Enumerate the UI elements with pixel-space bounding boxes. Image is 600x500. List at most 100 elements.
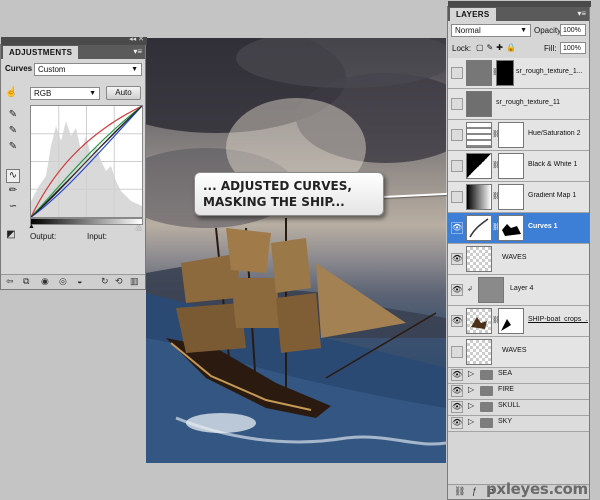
eye-icon[interactable]: 👁: [451, 385, 463, 397]
fill-label: Fill:: [544, 44, 557, 53]
input-label: Input:: [87, 232, 108, 241]
tab-adjustments[interactable]: ADJUSTMENTS: [3, 46, 79, 59]
layer-row[interactable]: WAVES: [448, 337, 589, 368]
layer-row[interactable]: ⛓ Black & White 1: [448, 151, 589, 182]
eye-icon[interactable]: 👁: [451, 315, 463, 327]
curve-edit-icon[interactable]: ∿: [6, 169, 20, 183]
layer-row[interactable]: ⛓ Hue/Saturation 2: [448, 120, 589, 151]
visibility-toggle[interactable]: [451, 67, 463, 79]
eye-icon[interactable]: 👁: [451, 253, 463, 265]
visibility-toggle[interactable]: [451, 98, 463, 110]
layer-mask-thumbnail: [498, 184, 524, 210]
group-name: SEA: [498, 370, 513, 377]
panel-menu-icon[interactable]: ▾≡: [577, 7, 586, 21]
black-eyedropper-icon[interactable]: ✎: [7, 109, 19, 121]
ship-mask-glyph: [502, 224, 521, 236]
black-white-adjustment-icon: [466, 153, 492, 179]
cycle-icon[interactable]: ⟲: [115, 276, 123, 287]
lock-label: Lock:: [452, 44, 472, 53]
clipping-icon[interactable]: ◩: [5, 229, 17, 241]
layer-row[interactable]: ⛓ Gradient Map 1: [448, 182, 589, 213]
eye-icon[interactable]: 👁: [451, 401, 463, 413]
layer-thumbnail: [466, 308, 492, 334]
layer-group-row[interactable]: 👁 ▷ FIRE: [448, 384, 589, 400]
chevron-down-icon: ▼: [131, 66, 138, 73]
layer-row[interactable]: 👁 ↲ Layer 4: [448, 275, 589, 306]
expand-triangle-icon[interactable]: ▷: [468, 401, 474, 410]
panel-menu-icon[interactable]: ▾≡: [133, 45, 142, 59]
layer-group-row[interactable]: 👁 ▷ SKY: [448, 416, 589, 432]
layer-row[interactable]: 👁 ⛓ SHIP-boat_crops_...: [448, 306, 589, 337]
clip-layer-icon[interactable]: ◉: [41, 276, 49, 287]
layer-row[interactable]: 👁 WAVES: [448, 244, 589, 275]
visibility-toggle[interactable]: [451, 160, 463, 172]
layer-row-selected[interactable]: 👁 ⛓ Curves 1: [448, 213, 589, 244]
collapse-icon[interactable]: ◂◂ ✕: [129, 35, 144, 43]
expand-triangle-icon[interactable]: ▷: [468, 385, 474, 394]
layer-group-row[interactable]: 👁 ▷ SEA: [448, 368, 589, 384]
expand-view-icon[interactable]: ⧉: [23, 276, 29, 287]
layer-name: Black & White 1: [528, 161, 578, 168]
channel-select[interactable]: RGB ▼: [30, 87, 100, 100]
previous-state-icon[interactable]: ◒: [77, 276, 82, 286]
adjustments-panel: ◂◂ ✕ ADJUSTMENTS ▾≡ Curves Custom ▼ ☝ RG…: [0, 36, 147, 290]
visibility-toggle[interactable]: [451, 346, 463, 358]
link-layers-icon[interactable]: ⛓: [454, 486, 465, 497]
expand-triangle-icon[interactable]: ▷: [468, 369, 474, 378]
blend-mode-select[interactable]: Normal ▼: [451, 24, 531, 37]
auto-button[interactable]: Auto: [106, 86, 141, 100]
document-canvas[interactable]: [146, 38, 446, 463]
preset-select[interactable]: Custom ▼: [34, 63, 142, 76]
fx-icon[interactable]: ƒ: [472, 486, 477, 496]
layer-thumbnail: [466, 339, 492, 365]
on-image-adjust-icon[interactable]: ☝: [5, 87, 17, 99]
folder-icon: [480, 402, 493, 412]
mask-glyph: [501, 319, 511, 331]
delete-icon[interactable]: ▥: [130, 276, 139, 287]
back-arrow-icon[interactable]: ⇦: [6, 276, 14, 287]
tab-layers[interactable]: LAYERS: [450, 8, 496, 21]
white-point-slider[interactable]: △: [136, 223, 141, 231]
layer-thumbnail: [478, 277, 504, 303]
visibility-toggle[interactable]: [451, 191, 463, 203]
lock-options-icons[interactable]: ▢✎✚🔒: [476, 43, 519, 52]
black-point-slider[interactable]: ▲: [28, 223, 35, 230]
eye-icon[interactable]: 👁: [451, 284, 463, 296]
layer-row[interactable]: sr_rough_texture_11: [448, 89, 589, 120]
smooth-icon[interactable]: ∽: [7, 201, 19, 213]
opacity-field[interactable]: 100%: [560, 24, 586, 36]
ship-thumbnail-glyph: [471, 317, 487, 329]
layer-list: ⛓ sr_rough_texture_1... sr_rough_texture…: [448, 58, 589, 432]
visibility-icon[interactable]: ◎: [59, 276, 67, 287]
opacity-label: Opacity:: [534, 26, 564, 35]
channel-value: RGB: [34, 89, 52, 98]
layer-group-row[interactable]: 👁 ▷ SKULL: [448, 400, 589, 416]
watermark-logo: pxleyes.com: [486, 480, 588, 498]
pencil-icon[interactable]: ✏: [7, 185, 19, 197]
layer-name: sr_rough_texture_11: [496, 99, 561, 106]
adjustments-footer: ⇦ ⧉ ◉ ◎ ◒ ↻ ⟲ ▥: [1, 274, 145, 289]
eye-icon[interactable]: 👁: [451, 369, 463, 381]
reset-icon[interactable]: ↻: [101, 276, 109, 287]
layer-name: Curves 1: [528, 223, 558, 230]
folder-icon: [480, 418, 493, 428]
layer-mask-thumbnail: [498, 308, 524, 334]
layer-name: WAVES: [502, 347, 527, 354]
annotation-callout: ... ADJUSTED CURVES, MASKING THE SHIP...: [194, 172, 384, 216]
layer-name: Hue/Saturation 2: [528, 130, 581, 137]
gray-eyedropper-icon[interactable]: ✎: [7, 125, 19, 137]
visibility-toggle[interactable]: [451, 129, 463, 141]
white-eyedropper-icon[interactable]: ✎: [7, 141, 19, 153]
layer-mask-thumbnail: [498, 122, 524, 148]
expand-triangle-icon[interactable]: ▷: [468, 417, 474, 426]
layer-row[interactable]: ⛓ sr_rough_texture_1...: [448, 58, 589, 89]
layer-mask-thumbnail: [498, 153, 524, 179]
curve-glyph: [469, 218, 489, 238]
curves-graph[interactable]: [30, 105, 143, 218]
eye-icon[interactable]: 👁: [451, 222, 463, 234]
layer-mask-thumbnail: [498, 215, 524, 241]
folder-icon: [480, 370, 493, 380]
adjustments-panel-header[interactable]: ◂◂ ✕: [1, 35, 147, 45]
fill-field[interactable]: 100%: [560, 42, 586, 54]
eye-icon[interactable]: 👁: [451, 417, 463, 429]
